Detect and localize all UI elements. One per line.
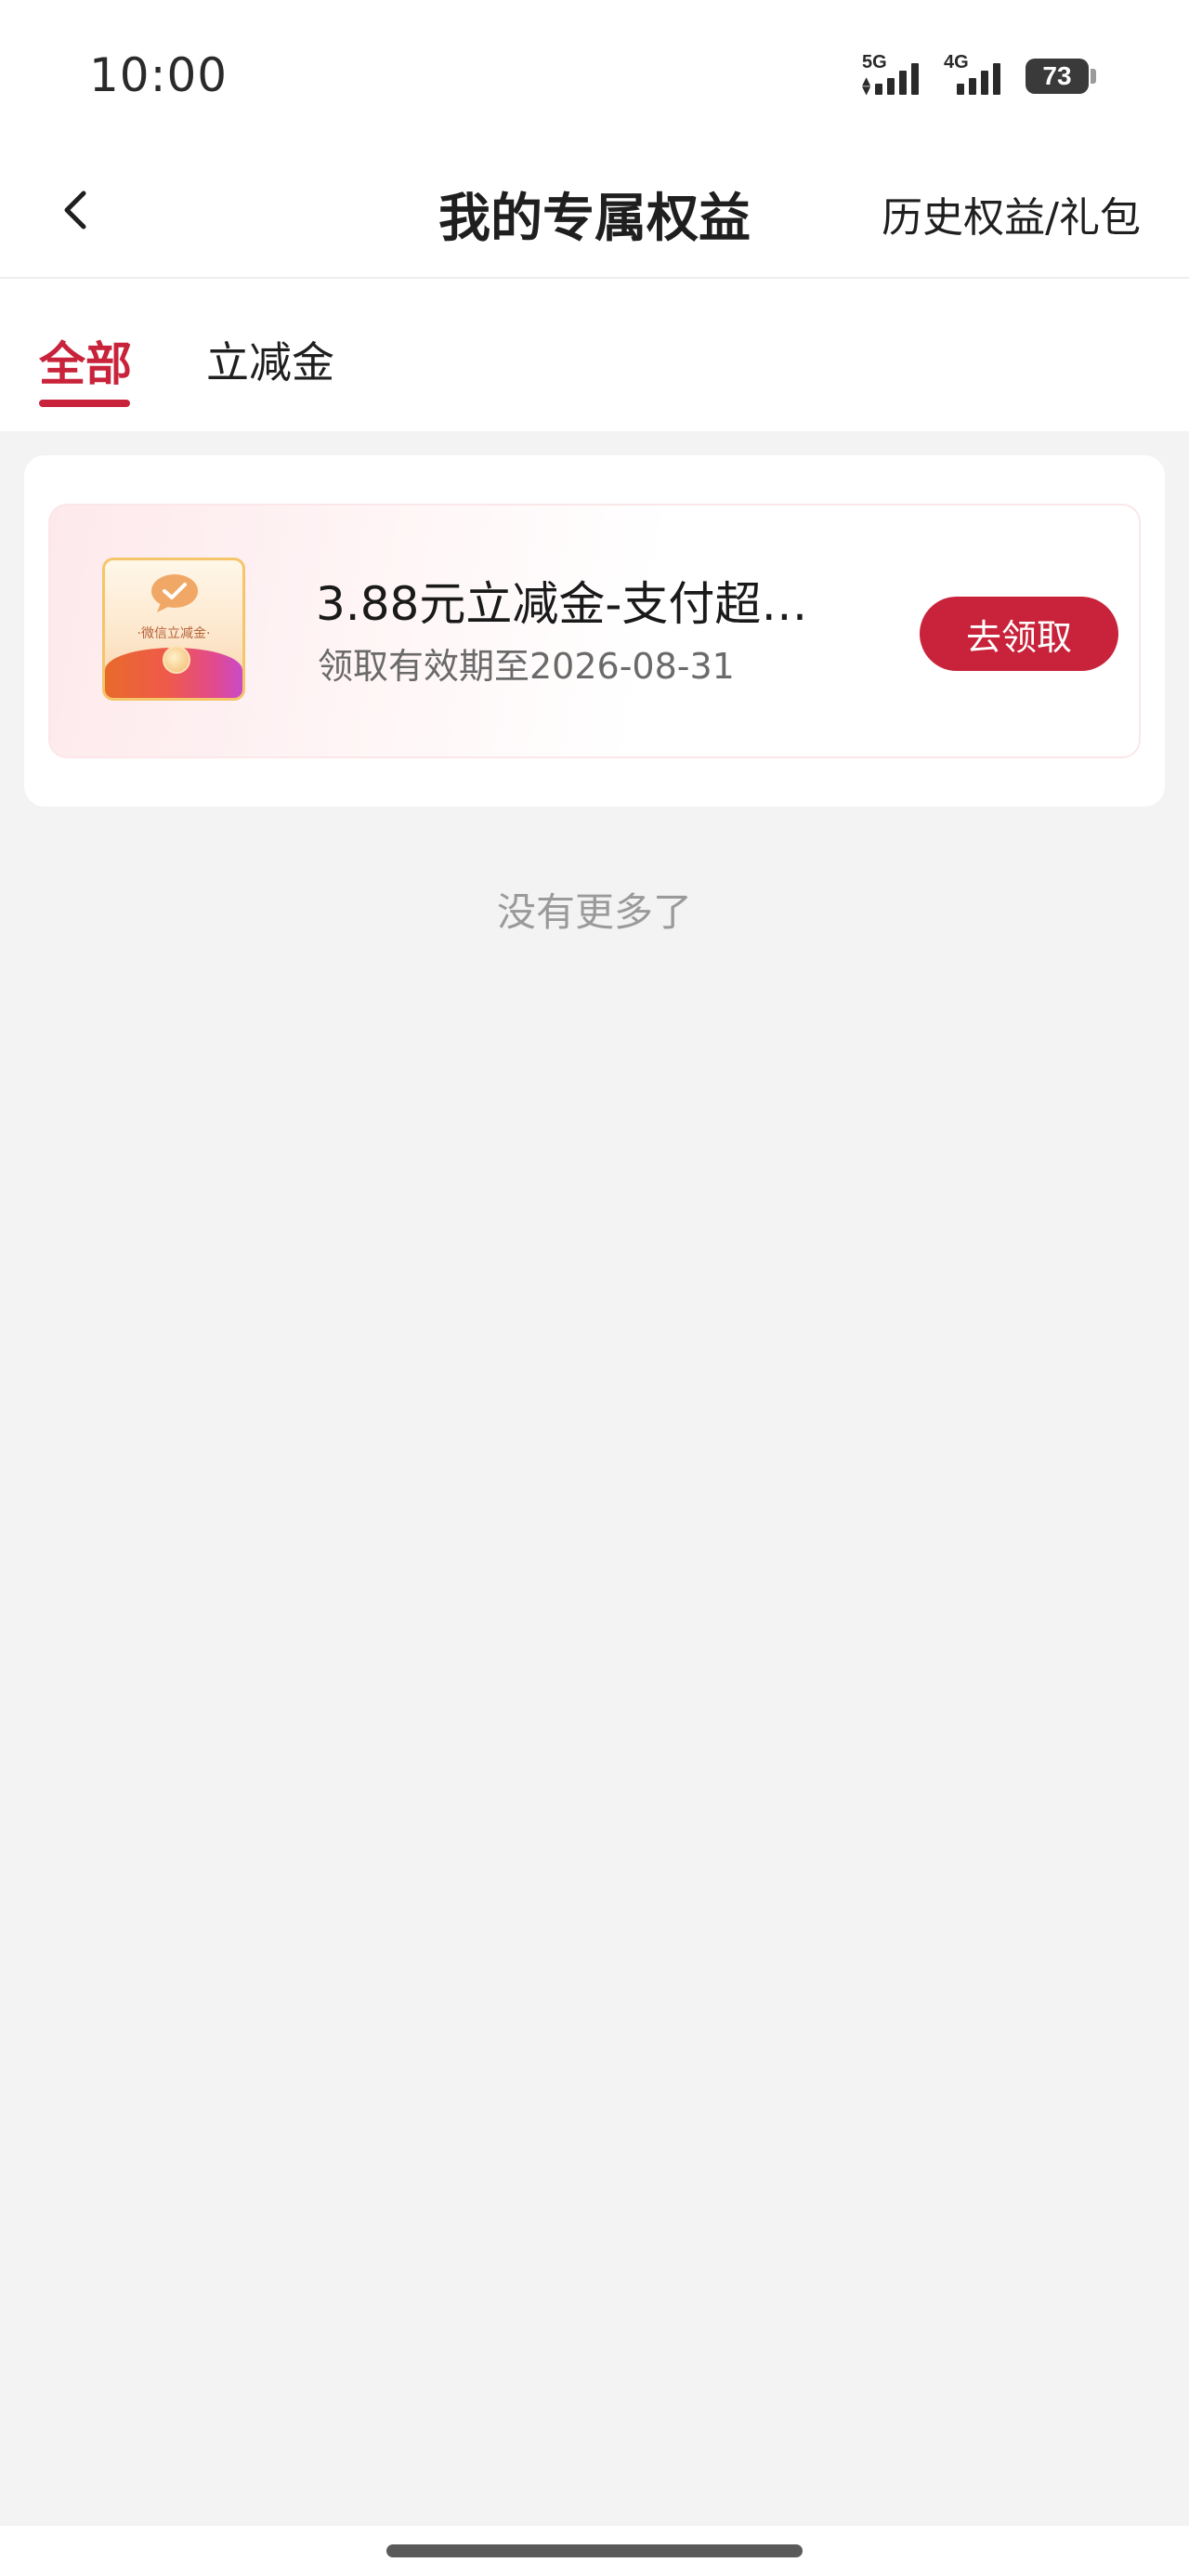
envelope-seal [163, 646, 190, 674]
tab-all[interactable]: 全部 [39, 327, 132, 394]
home-indicator[interactable] [386, 2544, 803, 2557]
battery-tip [1091, 69, 1096, 84]
page-title: 我的专属权益 [438, 189, 751, 249]
battery-level: 73 [1026, 59, 1089, 94]
tab-instant-discount[interactable]: 立减金 [206, 329, 334, 390]
coupon-icon-text: ·微信立减金· [137, 626, 211, 641]
signal-4g-icon: 4G [944, 52, 1009, 99]
claim-button[interactable]: 去领取 [920, 597, 1118, 671]
battery-icon: 73 [1026, 58, 1096, 95]
signal-5g-icon: 5G ▲ ▼ [862, 52, 927, 99]
chevron-left-icon [64, 191, 86, 230]
coupon-item[interactable]: ·微信立减金· 3.88元立减金-支付超… 领取有效期至2026-08-31 去… [48, 504, 1141, 758]
data-arrows-icon: ▲ ▼ [862, 74, 871, 97]
status-icons: 5G ▲ ▼ 4G 73 [862, 52, 1096, 99]
history-benefits-link[interactable]: 历史权益/礼包 [882, 184, 1141, 243]
wechat-bubble-icon [151, 574, 198, 612]
tab-active-indicator [39, 400, 130, 407]
signal-bars-icon [957, 63, 1000, 95]
back-button[interactable] [46, 180, 106, 240]
status-bar: 10:00 5G ▲ ▼ 4G 73 [0, 0, 1189, 149]
tab-bar: 全部 立减金 [0, 279, 1189, 431]
signal-bars-icon [875, 63, 919, 95]
status-time: 10:00 [89, 48, 229, 102]
coupon-title: 3.88元立减金-支付超… [316, 577, 808, 631]
navigation-bar: 我的专属权益 历史权益/礼包 [0, 149, 1189, 279]
end-of-list-text: 没有更多了 [496, 889, 692, 935]
wechat-coupon-icon: ·微信立减金· [102, 558, 245, 701]
coupon-list-card: ·微信立减金· 3.88元立减金-支付超… 领取有效期至2026-08-31 去… [24, 455, 1165, 807]
coupon-validity: 领取有效期至2026-08-31 [318, 646, 735, 687]
